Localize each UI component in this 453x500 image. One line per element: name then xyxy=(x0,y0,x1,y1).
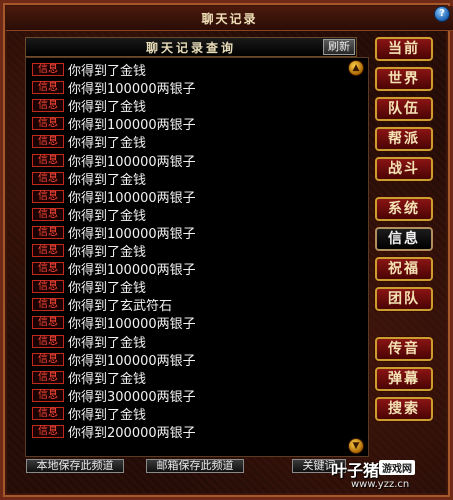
watermark-main: 叶子猪 xyxy=(331,461,380,480)
channel-tag[interactable]: 信息 xyxy=(32,171,64,185)
channel-tag[interactable]: 信息 xyxy=(32,388,64,402)
chat-row: 信息 你得到了金钱 xyxy=(32,333,147,351)
channel-tag[interactable]: 信息 xyxy=(32,352,64,366)
chat-message: 你得到了金钱 xyxy=(68,407,147,423)
chat-message: 你得到了金钱 xyxy=(68,208,147,224)
chat-row: 信息 你得到了金钱 xyxy=(32,61,147,79)
chat-row: 信息 你得到200000两银子 xyxy=(32,423,196,441)
save-local-button[interactable]: 本地保存此频道 xyxy=(26,459,124,473)
chat-row: 信息 你得到了金钱 xyxy=(32,133,147,152)
chat-message: 你得到了金钱 xyxy=(68,172,147,188)
chat-message: 你得到了金钱 xyxy=(68,245,147,260)
channel-tag[interactable]: 信息 xyxy=(32,370,64,384)
scroll-down-icon[interactable]: ▼ xyxy=(348,438,364,454)
channel-tag[interactable]: 信息 xyxy=(32,425,64,438)
chat-row: 信息 你得到了金钱 xyxy=(32,206,147,224)
chat-message: 你得到了金钱 xyxy=(68,100,147,116)
chat-log[interactable]: ▲ ▼ 信息 你得到了金钱 信息 你得到100000两银子 信息 你得到了金钱 信息 你得到1… xyxy=(25,57,369,457)
chat-row: 信息 你得到100000两银子 xyxy=(32,224,196,242)
watermark-logo: 叶子猪 游戏网 www.yzz.cn xyxy=(331,457,449,497)
channel-tag[interactable]: 信息 xyxy=(32,334,64,348)
watermark-url: www.yzz.cn xyxy=(351,479,410,490)
tab-6[interactable]: 信息 xyxy=(375,227,433,251)
chat-row: 信息 你得到了金钱 xyxy=(32,369,147,387)
chat-message: 你得到100000两银子 xyxy=(68,190,196,206)
tab-5[interactable]: 系统 xyxy=(375,197,433,221)
channel-tag[interactable]: 信息 xyxy=(32,99,64,113)
channel-tag[interactable]: 信息 xyxy=(32,153,64,167)
chat-message: 你得到300000两银子 xyxy=(68,389,196,405)
chat-row: 信息 你得到100000两银子 xyxy=(32,351,196,369)
tab-11[interactable]: 搜索 xyxy=(375,397,433,421)
chat-row: 信息 你得到300000两银子 xyxy=(32,387,196,405)
chat-message: 你得到100000两银子 xyxy=(68,353,196,369)
search-title: 聊天记录查询 xyxy=(145,40,236,55)
chat-row: 信息 你得到了金钱 xyxy=(32,278,147,297)
chat-row: 信息 你得到100000两银子 xyxy=(32,260,196,279)
tab-10[interactable]: 弹幕 xyxy=(375,367,433,391)
tab-8[interactable]: 团队 xyxy=(375,287,433,311)
channel-tag[interactable]: 信息 xyxy=(32,316,64,330)
channel-tag[interactable]: 信息 xyxy=(32,135,64,149)
refresh-button[interactable]: 刷新 xyxy=(323,39,355,55)
chat-row: 信息 你得到100000两银子 xyxy=(32,115,196,134)
tab-0[interactable]: 当前 xyxy=(375,37,433,61)
channel-tag[interactable]: 信息 xyxy=(32,207,64,221)
chat-row: 信息 你得到100000两银子 xyxy=(32,79,196,98)
tab-1[interactable]: 世界 xyxy=(375,67,433,91)
chat-row: 信息 你得到了金钱 xyxy=(32,170,147,188)
chat-message: 你得到了玄武符石 xyxy=(68,299,173,315)
chat-message: 你得到了金钱 xyxy=(68,136,147,152)
tab-3[interactable]: 帮派 xyxy=(375,127,433,151)
channel-tag[interactable]: 信息 xyxy=(32,189,64,203)
chat-message: 你得到了金钱 xyxy=(68,335,147,351)
search-bar: 聊天记录查询 刷新 xyxy=(25,37,357,57)
chat-row: 信息 你得到了金钱 xyxy=(32,97,147,116)
watermark-badge: 游戏网 xyxy=(379,460,415,475)
chat-message: 你得到100000两银子 xyxy=(68,317,196,333)
chat-row: 信息 你得到了金钱 xyxy=(32,405,147,423)
channel-tag[interactable]: 信息 xyxy=(32,225,64,239)
channel-tag[interactable]: 信息 xyxy=(32,63,64,76)
chat-row: 信息 你得到100000两银子 xyxy=(32,152,196,170)
chat-message: 你得到100000两银子 xyxy=(68,154,196,170)
window-title: 聊天记录 xyxy=(201,11,258,26)
chat-message: 你得到了金钱 xyxy=(68,64,147,79)
channel-tag[interactable]: 信息 xyxy=(32,244,64,257)
chat-message: 你得到100000两银子 xyxy=(68,118,196,134)
chat-message: 你得到100000两银子 xyxy=(68,226,196,242)
channel-tag[interactable]: 信息 xyxy=(32,406,64,420)
tab-7[interactable]: 祝福 xyxy=(375,257,433,281)
help-icon[interactable]: ? xyxy=(434,6,450,22)
channel-tag[interactable]: 信息 xyxy=(32,117,64,131)
chat-history-window: 聊天记录 ? 聊天记录查询 刷新 ▲ ▼ 信息 你得到了金钱 信息 你得到100000… xyxy=(0,0,453,500)
window-titlebar: 聊天记录 ? xyxy=(6,6,453,31)
chat-message: 你得到200000两银子 xyxy=(68,426,196,441)
footer-bar: 本地保存此频道 邮箱保存此频道 关键词 叶子猪 游戏网 www.yzz.cn xyxy=(6,455,453,500)
chat-row: 信息 你得到100000两银子 xyxy=(32,188,196,206)
tab-9[interactable]: 传音 xyxy=(375,337,433,361)
chat-row: 信息 你得到了玄武符石 xyxy=(32,296,173,315)
scroll-up-icon[interactable]: ▲ xyxy=(348,60,364,76)
tab-2[interactable]: 队伍 xyxy=(375,97,433,121)
chat-row: 信息 你得到100000两银子 xyxy=(32,314,196,333)
channel-tag[interactable]: 信息 xyxy=(32,298,64,312)
chat-message: 你得到100000两银子 xyxy=(68,82,196,98)
save-mail-button[interactable]: 邮箱保存此频道 xyxy=(146,459,244,473)
chat-message: 你得到了金钱 xyxy=(68,371,147,387)
channel-tag[interactable]: 信息 xyxy=(32,280,64,294)
chat-message: 你得到100000两银子 xyxy=(68,263,196,279)
channel-tag[interactable]: 信息 xyxy=(32,262,64,276)
channel-tag[interactable]: 信息 xyxy=(32,81,64,95)
chat-message: 你得到了金钱 xyxy=(68,281,147,297)
chat-row: 信息 你得到了金钱 xyxy=(32,242,147,260)
tab-4[interactable]: 战斗 xyxy=(375,157,433,181)
